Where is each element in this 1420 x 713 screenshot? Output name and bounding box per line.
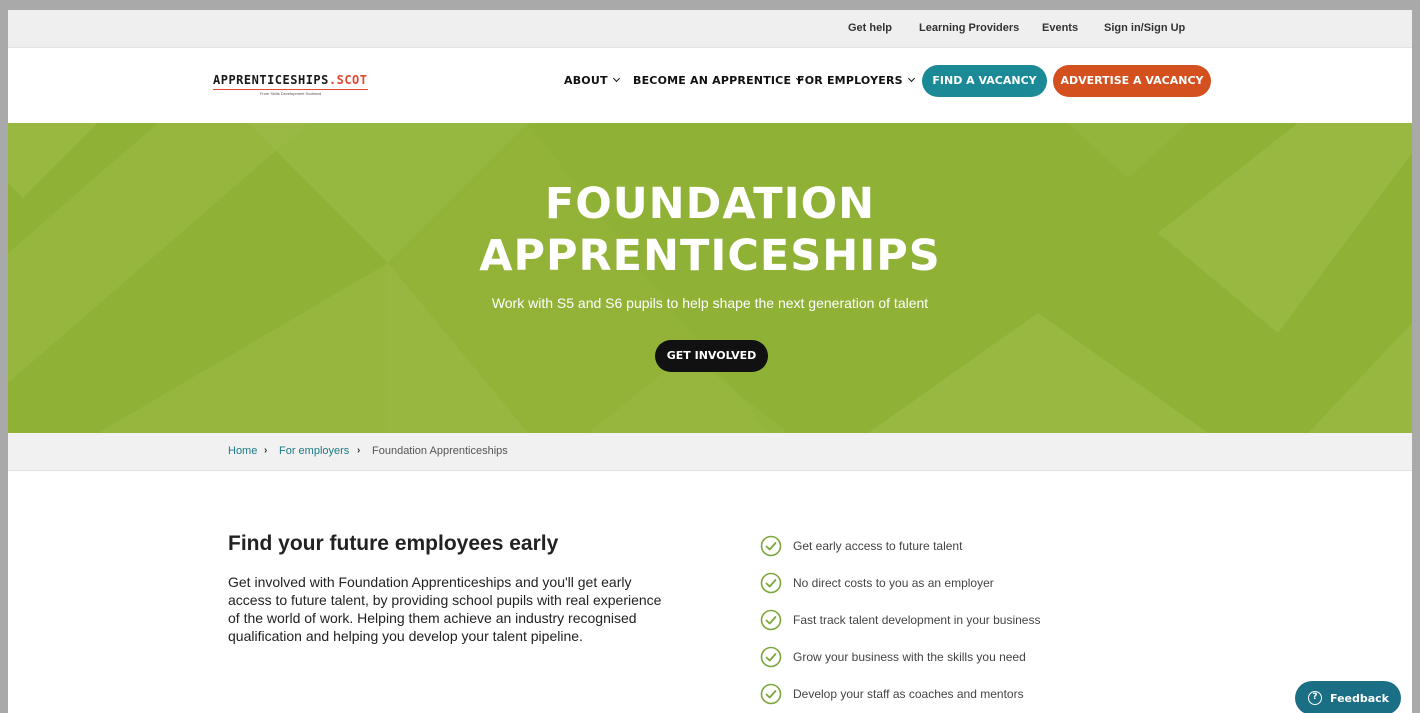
- advertise-vacancy-button[interactable]: ADVERTISE A VACANCY: [1053, 65, 1211, 97]
- sign-in-link[interactable]: Sign in/Sign Up: [1104, 22, 1185, 34]
- chevron-down-icon: [907, 74, 915, 83]
- nav-about-label: ABOUT: [564, 74, 608, 87]
- chevron-down-icon: [612, 74, 620, 83]
- nav-for-employers[interactable]: FOR EMPLOYERS: [797, 74, 915, 87]
- chevron-right-icon: ›: [264, 445, 268, 456]
- get-help-link[interactable]: Get help: [848, 22, 892, 34]
- get-involved-button[interactable]: GET INVOLVED: [655, 340, 768, 372]
- logo-name: APPRENTICESHIPS: [213, 73, 329, 87]
- breadcrumb-current: Foundation Apprenticeships: [372, 445, 508, 457]
- benefit-text: Get early access to future talent: [793, 539, 963, 553]
- logo-tagline: From Skills Development Scotland: [213, 89, 368, 96]
- logo-wordmark: APPRENTICESHIPS.SCOT: [213, 73, 373, 87]
- breadcrumb-home[interactable]: Home: [228, 445, 257, 457]
- check-circle-icon: [760, 646, 782, 668]
- utility-bar: Get help Learning Providers Events Sign …: [8, 10, 1412, 48]
- nav-become-apprentice-label: BECOME AN APPRENTICE: [633, 74, 792, 87]
- chevron-right-icon: ›: [357, 445, 361, 456]
- check-circle-icon: [760, 609, 782, 631]
- check-circle-icon: [760, 683, 782, 705]
- benefit-text: No direct costs to you as an employer: [793, 576, 994, 590]
- hero-subtitle: Work with S5 and S6 pupils to help shape…: [491, 295, 929, 311]
- help-circle-icon: ?: [1308, 691, 1322, 705]
- nav-about[interactable]: ABOUT: [564, 74, 620, 87]
- learning-providers-link[interactable]: Learning Providers: [919, 22, 1019, 34]
- events-link[interactable]: Events: [1042, 22, 1078, 34]
- site-logo[interactable]: APPRENTICESHIPS.SCOT From Skills Develop…: [213, 73, 373, 97]
- breadcrumb: Home › For employers › Foundation Appren…: [8, 433, 1412, 471]
- feedback-label: Feedback: [1330, 692, 1389, 705]
- check-circle-icon: [760, 572, 782, 594]
- find-vacancy-button[interactable]: FIND A VACANCY: [922, 65, 1047, 97]
- hero-title-line-1: FOUNDATION: [544, 179, 876, 229]
- nav-become-apprentice[interactable]: BECOME AN APPRENTICE: [633, 74, 804, 87]
- nav-for-employers-label: FOR EMPLOYERS: [797, 74, 903, 87]
- benefit-text: Fast track talent development in your bu…: [793, 613, 1041, 627]
- check-circle-icon: [760, 535, 782, 557]
- section-body: Get involved with Foundation Apprentices…: [228, 574, 662, 644]
- breadcrumb-for-employers[interactable]: For employers: [279, 445, 349, 457]
- benefit-text: Grow your business with the skills you n…: [793, 650, 1026, 664]
- main-nav: APPRENTICESHIPS.SCOT From Skills Develop…: [8, 48, 1412, 123]
- hero-banner: FOUNDATION APPRENTICESHIPS Work with S5 …: [8, 123, 1412, 433]
- feedback-button[interactable]: ? Feedback: [1295, 681, 1401, 713]
- hero-title-line-2: APPRENTICESHIPS: [479, 231, 941, 281]
- logo-domain: .SCOT: [328, 73, 368, 87]
- browser-viewport: Get help Learning Providers Events Sign …: [8, 10, 1412, 713]
- section-title: Find your future employees early: [228, 532, 559, 555]
- benefit-text: Develop your staff as coaches and mentor…: [793, 687, 1024, 701]
- hero-title: FOUNDATION APPRENTICESHIPS: [8, 178, 1412, 282]
